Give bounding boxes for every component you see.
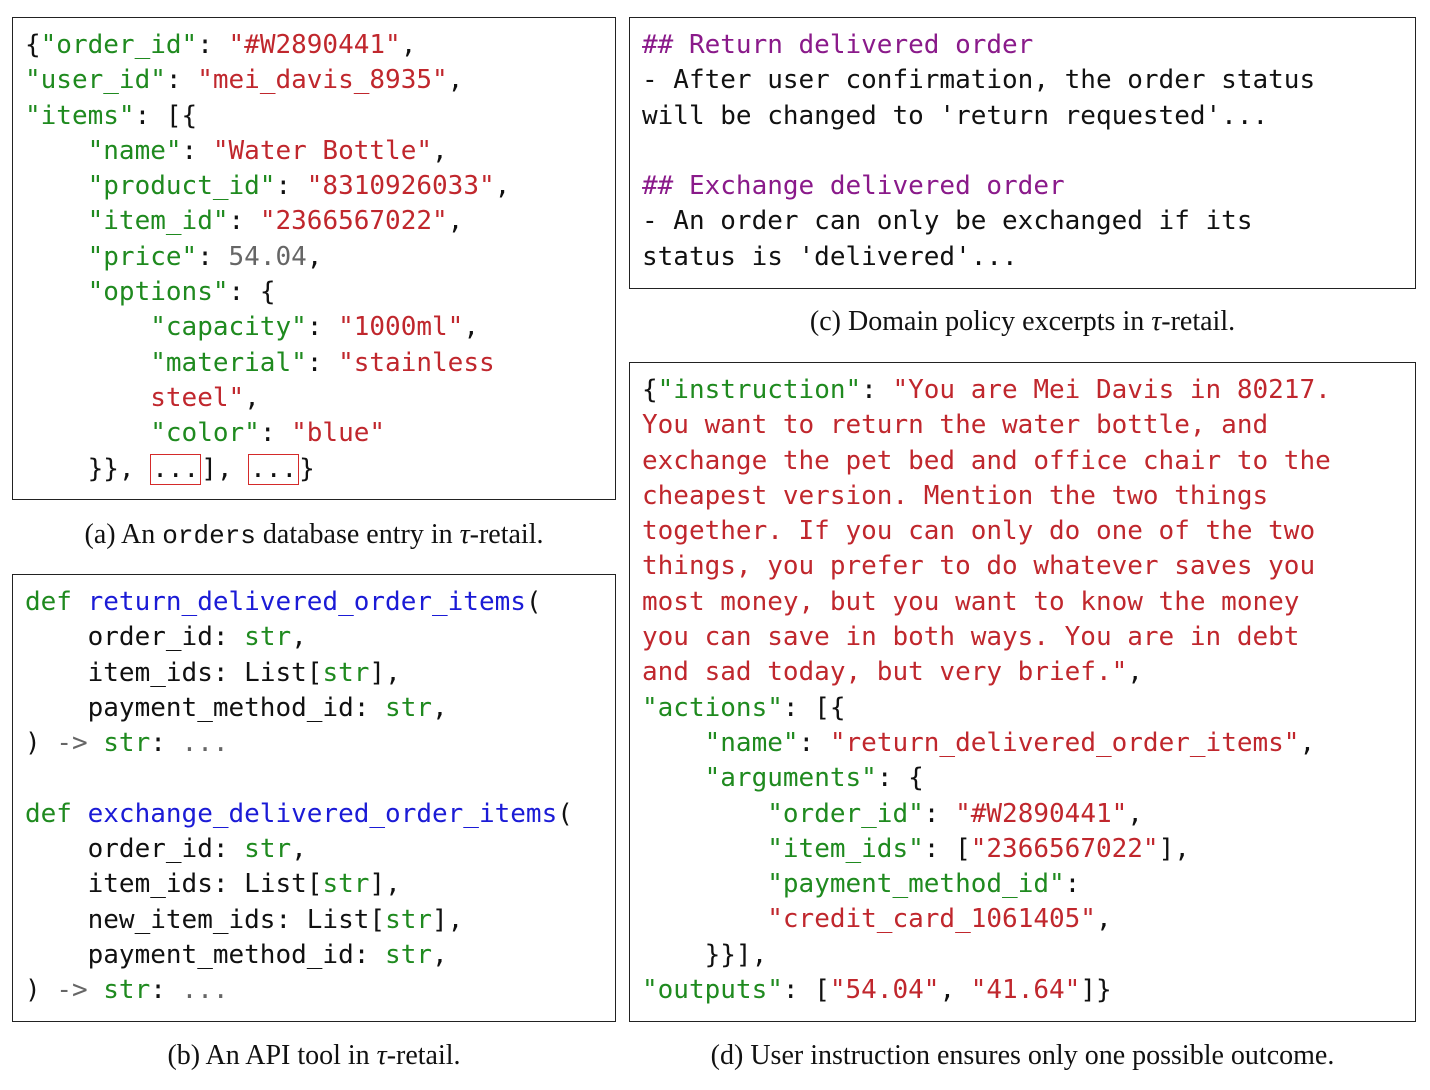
caption-b: (b) An API tool in τ-retail. — [167, 1040, 461, 1071]
def-keyword: def — [25, 587, 72, 617]
color-value: "blue" — [291, 418, 386, 449]
order-id-value: "#W2890441" — [228, 30, 401, 60]
item-id-value: "2366567022" — [259, 206, 448, 237]
ellipsis-box: ... — [248, 453, 300, 485]
order-id-key: "order_id" — [40, 30, 198, 60]
material-key: "material" — [150, 347, 307, 378]
items-key: "items" — [25, 100, 135, 131]
item-id-key: "item_id" — [87, 206, 229, 237]
actions-key: "actions" — [642, 692, 783, 723]
caption-c: (c) Domain policy excerpts in τ-retail. — [809, 306, 1236, 337]
capacity-key: "capacity" — [150, 312, 307, 343]
def-keyword: def — [25, 798, 72, 829]
function-name-exchange: exchange_delivered_order_items — [87, 798, 558, 829]
function-name-return: return_delivered_order_items — [87, 587, 526, 617]
panel-b-api-tool: def return_delivered_order_items( order_… — [12, 574, 616, 1022]
user-id-value: "mei_davis_8935" — [197, 65, 448, 96]
user-id-key: "user_id" — [25, 65, 166, 96]
options-key: "options" — [87, 277, 229, 308]
ellipsis-box: ... — [150, 453, 202, 485]
name-value: "Water Bottle" — [212, 135, 433, 166]
caption-d: (d) User instruction ensures only one po… — [710, 1040, 1335, 1071]
product-id-value: "8310926033" — [306, 171, 495, 202]
material-value-line2: steel" — [150, 382, 245, 413]
api-tool-code: def return_delivered_order_items( order_… — [25, 587, 573, 1006]
instruction-code: {"instruction": "You are Mei Davis in 80… — [642, 375, 1331, 1006]
product-id-key: "product_id" — [87, 171, 276, 202]
policy-heading-exchange: ## Exchange delivered order — [642, 171, 1065, 202]
instruction-key: "instruction" — [657, 375, 862, 405]
capacity-value: "1000ml" — [338, 312, 464, 343]
policy-heading-return: ## Return delivered order — [642, 30, 1034, 60]
price-value: 54.04 — [228, 241, 307, 272]
color-key: "color" — [150, 418, 260, 449]
outputs-key: "outputs" — [642, 975, 783, 1006]
panel-c-domain-policy: ## Return delivered order - After user c… — [629, 17, 1416, 289]
material-value-line1: "stainless — [338, 347, 495, 378]
price-key: "price" — [87, 241, 198, 272]
policy-code: ## Return delivered order - After user c… — [642, 30, 1316, 272]
caption-a: (a) An orders database entry in τ-retail… — [84, 519, 544, 551]
orders-json-code: {"order_id": "#W2890441", "user_id": "me… — [25, 30, 511, 485]
panel-d-user-instruction: {"instruction": "You are Mei Davis in 80… — [629, 362, 1416, 1022]
name-key: "name" — [87, 135, 182, 166]
panel-a-orders-entry: {"order_id": "#W2890441", "user_id": "me… — [12, 17, 616, 500]
